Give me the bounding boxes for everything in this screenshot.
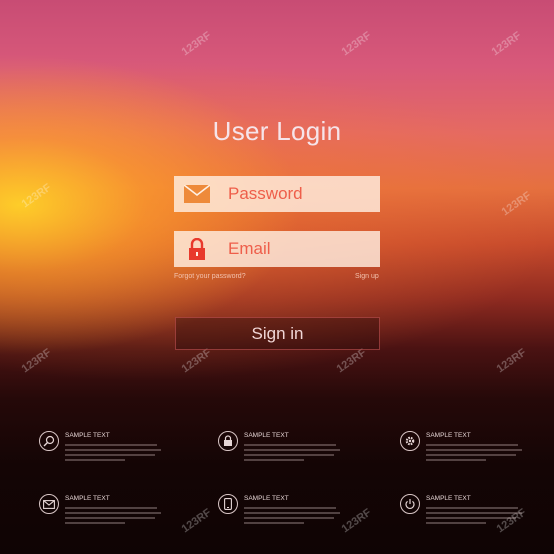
feature-item: SAMPLE TEXT — [218, 494, 348, 544]
feature-title: SAMPLE TEXT — [426, 432, 471, 439]
watermark: 123RF — [499, 189, 534, 219]
feature-title: SAMPLE TEXT — [65, 432, 110, 439]
search-icon — [39, 431, 59, 451]
feature-title: SAMPLE TEXT — [244, 495, 289, 502]
phone-icon — [218, 494, 238, 514]
watermark: 123RF — [334, 346, 369, 376]
sign-up-link[interactable]: Sign up — [355, 273, 379, 280]
watermark: 123RF — [19, 181, 54, 211]
feature-item: SAMPLE TEXT — [39, 431, 169, 481]
watermark: 123RF — [19, 346, 54, 376]
feature-item: SAMPLE TEXT — [400, 494, 530, 544]
watermark: 123RF — [489, 29, 524, 59]
power-icon — [400, 494, 420, 514]
mail-icon — [174, 176, 220, 212]
password-field[interactable]: Password — [174, 176, 380, 212]
feature-title: SAMPLE TEXT — [65, 495, 110, 502]
feature-item: SAMPLE TEXT — [218, 431, 348, 481]
sign-in-button[interactable]: Sign in — [175, 317, 380, 350]
lock-icon — [174, 231, 220, 267]
forgot-password-link[interactable]: Forgot your password? — [174, 273, 246, 280]
feature-title: SAMPLE TEXT — [426, 495, 471, 502]
lock-icon — [218, 431, 238, 451]
feature-item: SAMPLE TEXT — [400, 431, 530, 481]
watermark: 123RF — [179, 346, 214, 376]
watermark: 123RF — [339, 29, 374, 59]
feature-item: SAMPLE TEXT — [39, 494, 169, 544]
feature-title: SAMPLE TEXT — [244, 432, 289, 439]
mail-icon — [39, 494, 59, 514]
watermark: 123RF — [494, 346, 529, 376]
watermark: 123RF — [179, 29, 214, 59]
watermark: 123RF — [179, 506, 214, 536]
email-label: Email — [228, 239, 271, 258]
email-field[interactable]: Email — [174, 231, 380, 267]
gear-icon — [400, 431, 420, 451]
page-title: User Login — [212, 116, 342, 146]
password-label: Password — [228, 184, 303, 203]
